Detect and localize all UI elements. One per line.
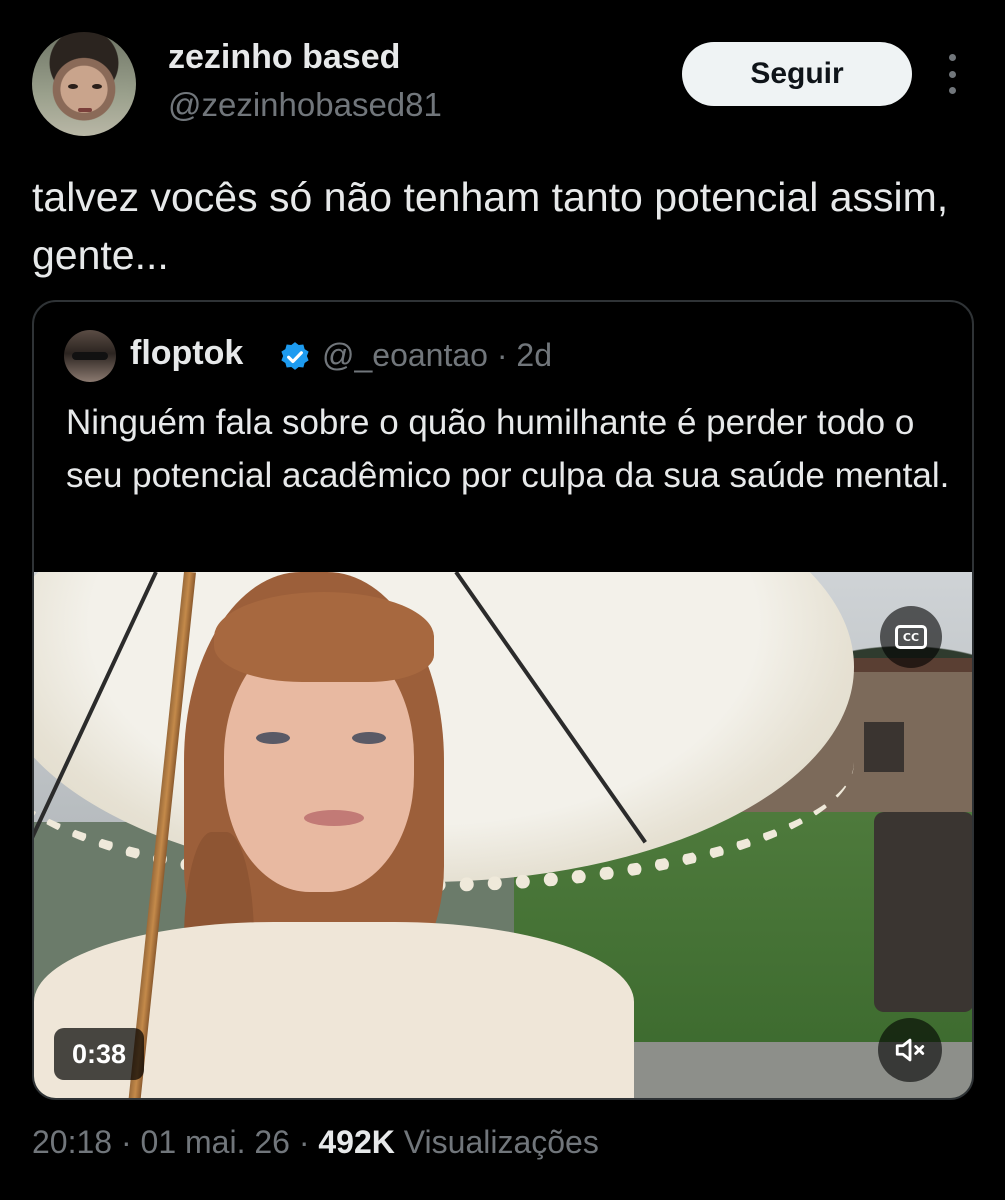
author-name[interactable]: zezinho based	[168, 38, 400, 77]
quoted-tweet-text: Ninguém fala sobre o quão humilhante é p…	[66, 403, 950, 495]
author-handle[interactable]: @zezinhobased81	[168, 86, 442, 124]
quoted-author-handle-time[interactable]: @_eoantao · 2d	[322, 337, 552, 374]
quoted-author-avatar[interactable]	[64, 330, 116, 382]
quoted-author-name[interactable]: floptok	[130, 334, 243, 373]
timestamp[interactable]: 20:18 · 01 mai. 26 ·	[32, 1124, 318, 1160]
tweet-text: talvez vocês só não tenham tanto potenci…	[32, 174, 949, 278]
video-duration: 0:38	[54, 1028, 144, 1080]
follow-button[interactable]: Seguir	[682, 42, 912, 106]
mute-toggle-button[interactable]	[878, 1018, 942, 1082]
closed-captions-button[interactable]: CC	[880, 606, 942, 668]
video-player[interactable]: CC 0:38	[34, 572, 972, 1098]
verified-badge-icon	[281, 342, 309, 370]
tweet: zezinho based @zezinhobased81 Seguir tal…	[0, 0, 1005, 1200]
more-options-icon[interactable]	[942, 54, 962, 94]
muted-speaker-icon	[895, 1038, 925, 1062]
author-avatar[interactable]	[32, 32, 136, 136]
quoted-tweet[interactable]: floptok @_eoantao · 2d Ninguém fala sobr…	[32, 300, 974, 1100]
views-label: Visualizações	[394, 1124, 599, 1160]
tweet-meta: 20:18 · 01 mai. 26 · 492K Visualizações	[32, 1124, 599, 1161]
closed-captions-icon: CC	[895, 625, 927, 649]
views-count: 492K	[318, 1124, 395, 1160]
